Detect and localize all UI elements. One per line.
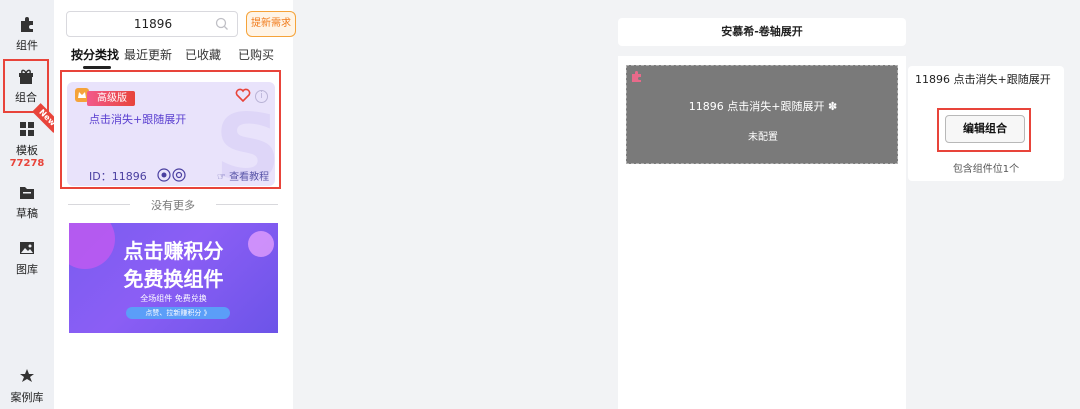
- star-icon: [20, 369, 34, 382]
- premium-badge: 高级版: [87, 91, 135, 106]
- tab-bar: 按分类找 最近更新 已收藏 已购买: [66, 46, 296, 69]
- tab-recent[interactable]: 最近更新: [124, 46, 172, 64]
- rail-item-label: 案例库: [10, 391, 44, 404]
- search-value: 11896: [133, 17, 173, 31]
- component-card[interactable]: S 高级版 i 点击消失+跟随展开 ID：11896 ☞ 查看教程: [67, 82, 275, 186]
- rail-item-label: 草稿: [16, 207, 38, 220]
- template-count: 77278: [9, 157, 45, 169]
- block-title-text: 11896 点击消失+跟随展开: [688, 100, 825, 113]
- request-button[interactable]: 提新需求: [246, 11, 296, 37]
- component-count: 包含组件位1个: [952, 164, 1020, 175]
- combo-info-card: 11896 点击消失+跟随展开 编辑组合 包含组件位1个: [908, 66, 1064, 181]
- points-banner[interactable]: 点击赚积分 免费换组件 全场组件 免费兑换 点赞、拉新赚积分 》: [69, 223, 278, 333]
- banner-pill: 点赞、拉新赚积分 》: [126, 307, 230, 319]
- tab-by-category[interactable]: 按分类找: [71, 46, 119, 64]
- grid-icon: [20, 121, 34, 136]
- banner-line-3: 全场组件 免费兑换: [140, 294, 207, 303]
- page-title: 安慕希-卷轴展开: [618, 18, 906, 46]
- rail-item-components[interactable]: 组件: [0, 10, 54, 58]
- search-input[interactable]: 11896: [66, 11, 238, 37]
- folder-icon: [20, 187, 34, 199]
- block-title: 11896 点击消失+跟随展开 ✽: [627, 98, 899, 114]
- left-rail: 组件 组合 New 模板 77278 草稿 图库 案例库: [0, 0, 62, 409]
- banner-line-1: 点击赚积分: [123, 239, 224, 263]
- rail-item-label: 组件: [16, 39, 38, 52]
- heart-icon[interactable]: [235, 88, 251, 102]
- puzzle-icon: [632, 71, 641, 82]
- rail-item-label: 组合: [15, 91, 37, 104]
- puzzle-icon: ✽: [828, 100, 838, 113]
- edit-combo-button[interactable]: 编辑组合: [945, 115, 1025, 143]
- image-icon: [20, 242, 34, 254]
- rail-item-drafts[interactable]: 草稿: [0, 178, 54, 226]
- rail-item-templates[interactable]: 模板 77278: [0, 116, 54, 172]
- tab-purchased[interactable]: 已购买: [238, 46, 274, 64]
- rail-item-label: 图库: [16, 263, 38, 276]
- rail-item-label: 模板: [16, 143, 38, 157]
- rail-item-gallery[interactable]: 图库: [0, 234, 54, 282]
- info-icon[interactable]: i: [255, 90, 268, 103]
- rail-item-cases[interactable]: 案例库: [0, 362, 54, 409]
- puzzle-icon: [21, 17, 33, 32]
- search-icon[interactable]: [215, 17, 229, 31]
- tutorial-label: 查看教程: [229, 172, 270, 183]
- no-more-divider: 没有更多: [68, 197, 278, 212]
- combo-block[interactable]: 11896 点击消失+跟随展开 ✽ 未配置: [626, 65, 898, 164]
- tab-favorites[interactable]: 已收藏: [185, 46, 221, 64]
- card-title: 点击消失+跟随展开: [89, 113, 187, 126]
- banner-line-2: 免费换组件: [123, 267, 224, 291]
- gift-icon: [19, 69, 33, 84]
- platform-icons: [157, 168, 186, 182]
- card-id: ID：11896: [89, 170, 147, 183]
- combo-title: 11896 点击消失+跟随展开: [915, 73, 1051, 86]
- view-tutorial-link[interactable]: ☞ 查看教程: [217, 168, 269, 183]
- active-tab-underline: [83, 66, 111, 69]
- block-status: 未配置: [748, 132, 778, 143]
